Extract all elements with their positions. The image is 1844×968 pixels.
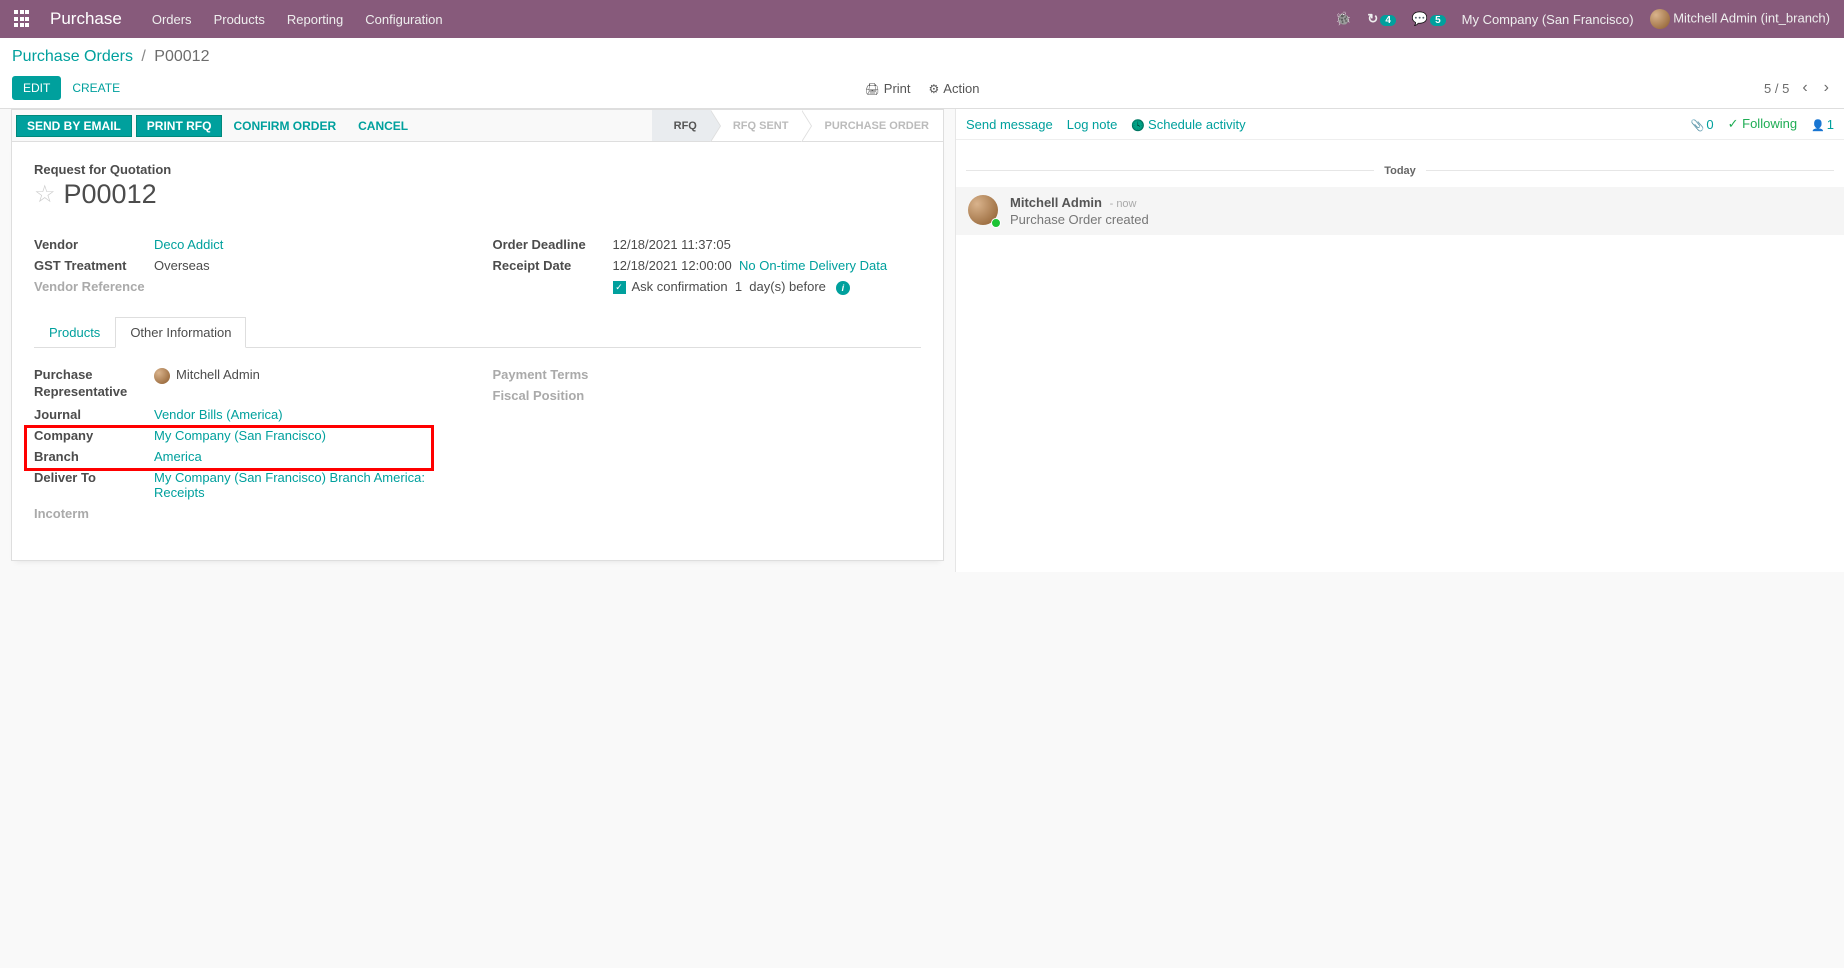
chatter: Send message Log note Schedule activity … [955, 109, 1844, 572]
print-rfq-button[interactable]: PRINT RFQ [136, 115, 223, 137]
confirm-order-button[interactable]: CONFIRM ORDER [222, 119, 347, 133]
info-icon[interactable]: i [836, 281, 850, 295]
chevron-left-icon[interactable]: ‹ [1799, 79, 1810, 97]
tab-products[interactable]: Products [34, 317, 115, 348]
menu-orders[interactable]: Orders [152, 12, 192, 27]
vendor-value[interactable]: Deco Addict [154, 237, 223, 252]
send-message-button[interactable]: Send message [966, 117, 1053, 132]
fiscal-label: Fiscal Position [493, 388, 613, 403]
askconf-text: Ask confirmation [632, 279, 728, 294]
chevron-right-icon[interactable]: › [1821, 79, 1832, 97]
apps-icon[interactable] [14, 10, 32, 28]
menu-configuration[interactable]: Configuration [365, 12, 442, 27]
receipt-value: 12/18/2021 12:00:00 [613, 258, 732, 273]
record-name: P00012 [64, 179, 157, 210]
rep-value[interactable]: Mitchell Admin [154, 367, 260, 401]
create-button[interactable]: CREATE [61, 76, 131, 100]
incoterm-label: Incoterm [34, 506, 154, 521]
msg-avatar [968, 195, 1000, 227]
edit-button[interactable]: EDIT [12, 76, 61, 100]
askconf-checkbox[interactable]: ✓ [613, 281, 626, 294]
log-note-button[interactable]: Log note [1067, 117, 1118, 132]
deadline-value: 12/18/2021 11:37:05 [613, 237, 731, 252]
status-purchase-order[interactable]: PURCHASE ORDER [802, 110, 943, 141]
msg-time: - now [1110, 198, 1137, 210]
schedule-activity-button[interactable]: Schedule activity [1131, 117, 1245, 132]
deliver-value[interactable]: My Company (San Francisco) Branch Americ… [154, 470, 463, 500]
following-button[interactable]: ✓ Following [1728, 116, 1797, 132]
debug-icon[interactable] [1335, 11, 1351, 27]
menu-reporting[interactable]: Reporting [287, 12, 343, 27]
payterms-label: Payment Terms [493, 367, 613, 382]
gst-label: GST Treatment [34, 258, 154, 273]
vendorref-label: Vendor Reference [34, 279, 154, 294]
star-icon[interactable]: ☆ [34, 180, 56, 209]
journal-value[interactable]: Vendor Bills (America) [154, 407, 283, 422]
breadcrumb-root[interactable]: Purchase Orders [12, 48, 133, 65]
company-label: Company [34, 428, 154, 443]
deliver-label: Deliver To [34, 470, 154, 500]
send-email-button[interactable]: SEND BY EMAIL [16, 115, 132, 137]
pager-text[interactable]: 5 / 5 [1764, 81, 1789, 96]
user-menu[interactable]: Mitchell Admin (int_branch) [1650, 9, 1830, 29]
messages-icon[interactable]: 5 [1412, 11, 1446, 28]
status-rfq[interactable]: RFQ [652, 110, 711, 141]
topbar: Purchase Orders Products Reporting Confi… [0, 0, 1844, 38]
print-button[interactable]: Print [865, 81, 911, 96]
form-sheet: Request for Quotation ☆ P00012 VendorDec… [11, 141, 944, 561]
branch-label: Branch [34, 449, 154, 464]
deadline-label: Order Deadline [493, 237, 613, 252]
chatter-message: Mitchell Admin - now Purchase Order crea… [956, 187, 1844, 235]
status-rfq-sent[interactable]: RFQ SENT [711, 110, 803, 141]
msg-author[interactable]: Mitchell Admin [1010, 195, 1102, 210]
statusbar: SEND BY EMAIL PRINT RFQ CONFIRM ORDER CA… [11, 109, 944, 141]
rep-label: Purchase Representative [34, 367, 154, 401]
cancel-button[interactable]: CANCEL [347, 119, 419, 133]
branch-value[interactable]: America [154, 449, 202, 464]
company-value[interactable]: My Company (San Francisco) [154, 428, 326, 443]
vendor-label: Vendor [34, 237, 154, 252]
action-button[interactable]: Action [929, 81, 980, 96]
topbar-right: 4 5 My Company (San Francisco) Mitchell … [1335, 9, 1830, 29]
tab-other-information[interactable]: Other Information [115, 317, 246, 348]
followers-button[interactable]: 1 [1811, 117, 1834, 132]
attachments-button[interactable]: 0 [1691, 117, 1714, 132]
menu-products[interactable]: Products [214, 12, 265, 27]
control-panel: Purchase Orders / P00012 EDIT CREATE Pri… [0, 38, 1844, 109]
timeline-today: Today [1374, 165, 1426, 177]
journal-label: Journal [34, 407, 154, 422]
top-menu: Orders Products Reporting Configuration [152, 12, 443, 27]
activity-icon[interactable]: 4 [1367, 11, 1395, 28]
breadcrumb: Purchase Orders / P00012 [12, 48, 1832, 66]
gst-value: Overseas [154, 258, 210, 273]
receipt-note[interactable]: No On-time Delivery Data [739, 258, 887, 273]
app-brand[interactable]: Purchase [50, 9, 122, 29]
breadcrumb-current: P00012 [154, 48, 209, 65]
receipt-label: Receipt Date [493, 258, 613, 273]
company-switcher[interactable]: My Company (San Francisco) [1462, 12, 1634, 27]
record-subtitle: Request for Quotation [34, 162, 921, 177]
msg-body: Purchase Order created [1010, 212, 1149, 227]
